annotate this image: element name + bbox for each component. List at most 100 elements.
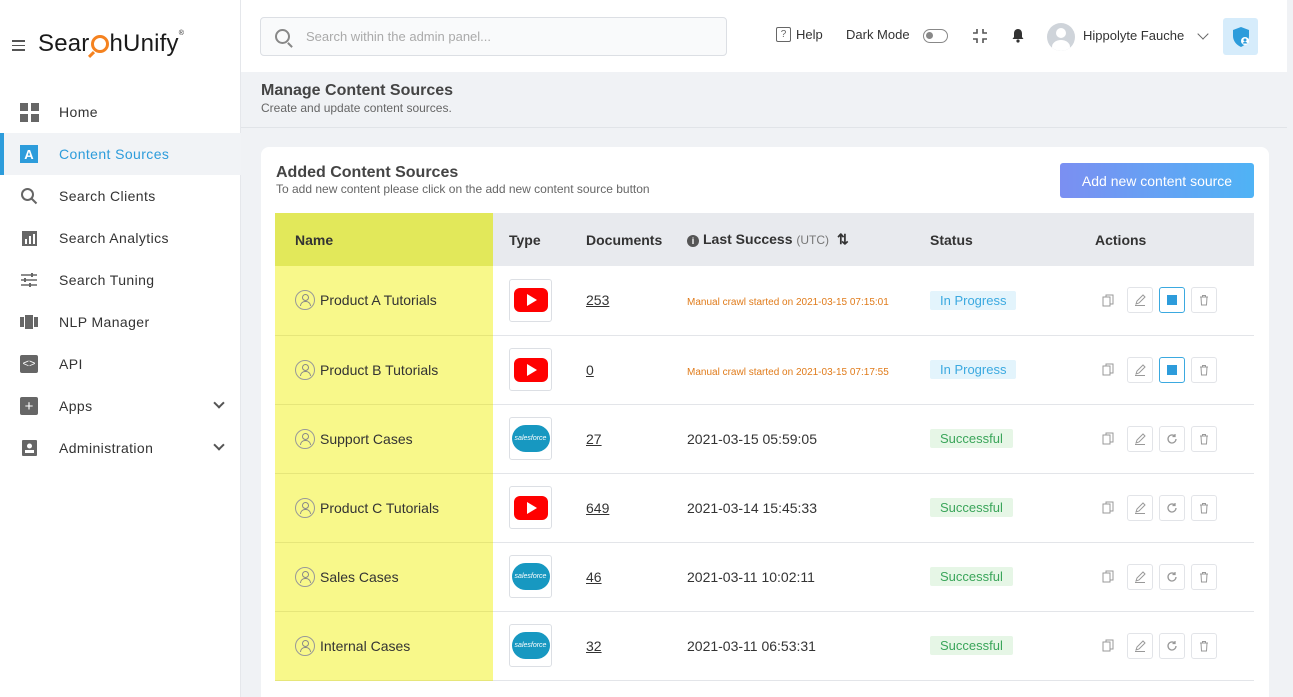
- top-header: ? Help Dark Mode Hippolyte Fauche: [241, 0, 1287, 72]
- last-success-value: 2021-03-15 05:59:05: [687, 430, 817, 447]
- info-icon[interactable]: i: [687, 235, 699, 247]
- salesforce-icon: salesforce: [511, 632, 550, 659]
- last-success-cell: Manual crawl started on 2021-03-15 07:15…: [671, 266, 914, 336]
- api-icon: <>: [19, 354, 39, 374]
- recrawl-button[interactable]: [1159, 425, 1185, 452]
- youtube-icon: [513, 357, 548, 382]
- copy-button[interactable]: [1095, 356, 1121, 383]
- sort-icon[interactable]: ⇅: [837, 231, 849, 247]
- stop-crawl-button[interactable]: [1159, 356, 1185, 383]
- page-subtitle: Create and update content sources.: [261, 101, 452, 115]
- type-cell: salesforce: [493, 611, 570, 681]
- sidebar-item-administration[interactable]: Administration: [0, 427, 241, 469]
- last-success-value: 2021-03-11 06:53:31: [687, 637, 816, 654]
- documents-link[interactable]: 32: [586, 638, 602, 654]
- sidebar-item-label: Search Tuning: [59, 272, 155, 288]
- help-label: Help: [796, 27, 823, 42]
- actions-cell: [1079, 404, 1254, 474]
- copy-button[interactable]: [1095, 632, 1121, 659]
- user-sync-icon: [295, 635, 315, 656]
- searchunify-logo[interactable]: Sear hUnify®: [38, 30, 184, 58]
- edit-button[interactable]: [1127, 356, 1153, 383]
- collapse-icon[interactable]: [972, 28, 988, 44]
- card-title: Added Content Sources: [276, 164, 459, 181]
- search-icon: [19, 186, 39, 206]
- actions-cell: [1079, 335, 1254, 405]
- copy-button[interactable]: [1095, 425, 1121, 452]
- admin-search[interactable]: [260, 17, 727, 56]
- sidebar-item-content-sources[interactable]: A Content Sources: [0, 133, 241, 175]
- table-row: Internal Cases salesforce 32 2021-03-11 06:…: [275, 611, 1254, 681]
- actions-cell: [1079, 266, 1254, 336]
- sidebar-item-label: Content Sources: [59, 146, 170, 162]
- actions-cell: [1079, 611, 1254, 681]
- table-row: Sales Cases salesforce 46 2021-03-11 10:02:…: [275, 542, 1254, 612]
- copy-button[interactable]: [1095, 563, 1121, 590]
- sidebar-item-nlp-manager[interactable]: NLP Manager: [0, 301, 241, 343]
- status-badge: Successful: [930, 498, 1013, 517]
- status-badge: Successful: [930, 567, 1013, 586]
- sidebar-nav: Home A Content Sources Search Clients Search…: [0, 91, 241, 469]
- delete-button[interactable]: [1191, 356, 1217, 383]
- logo-lens-icon: [90, 35, 109, 53]
- add-content-source-button[interactable]: Add new content source: [1060, 163, 1254, 198]
- recrawl-button[interactable]: [1159, 494, 1185, 521]
- source-name[interactable]: Product B Tutorials: [320, 362, 438, 378]
- sidebar-item-search-clients[interactable]: Search Clients: [0, 175, 241, 217]
- documents-link[interactable]: 253: [586, 292, 609, 308]
- dark-mode-toggle[interactable]: [923, 29, 948, 43]
- sidebar-item-home[interactable]: Home: [0, 91, 241, 133]
- menu-icon[interactable]: [12, 40, 25, 54]
- stop-crawl-button[interactable]: [1159, 287, 1185, 314]
- edit-button[interactable]: [1127, 632, 1153, 659]
- youtube-icon: [513, 288, 548, 313]
- documents-link[interactable]: 46: [586, 569, 602, 585]
- chevron-down-icon[interactable]: [1197, 28, 1209, 40]
- source-name[interactable]: Sales Cases: [320, 569, 399, 585]
- source-type-logo: [509, 278, 552, 322]
- avatar[interactable]: [1047, 23, 1075, 51]
- source-type-logo: salesforce: [509, 555, 552, 598]
- help-link[interactable]: ? Help: [776, 27, 823, 42]
- user-sync-icon: [295, 497, 315, 518]
- delete-button[interactable]: [1191, 287, 1217, 314]
- sidebar-item-label: Administration: [59, 440, 154, 456]
- name-cell: Support Cases: [275, 404, 493, 474]
- source-name[interactable]: Product C Tutorials: [320, 500, 439, 516]
- recrawl-button[interactable]: [1159, 563, 1185, 590]
- bell-icon[interactable]: [1011, 28, 1025, 43]
- user-name[interactable]: Hippolyte Fauche: [1083, 28, 1184, 43]
- edit-button[interactable]: [1127, 287, 1153, 314]
- edit-button[interactable]: [1127, 425, 1153, 452]
- col-header-last-success[interactable]: i Last Success (UTC) ⇅: [671, 213, 914, 266]
- source-name[interactable]: Internal Cases: [320, 638, 410, 654]
- edit-button[interactable]: [1127, 563, 1153, 590]
- sidebar-item-api[interactable]: <> API: [0, 343, 241, 385]
- chevron-down-icon[interactable]: [213, 397, 225, 409]
- sidebar-item-apps[interactable]: + Apps: [0, 385, 241, 427]
- delete-button[interactable]: [1191, 632, 1217, 659]
- source-name[interactable]: Product A Tutorials: [320, 292, 437, 308]
- delete-button[interactable]: [1191, 494, 1217, 521]
- chevron-down-icon[interactable]: [213, 439, 225, 451]
- shield-icon: [1232, 26, 1249, 47]
- documents-link[interactable]: 0: [586, 362, 594, 378]
- actions-cell: [1079, 473, 1254, 543]
- edit-button[interactable]: [1127, 494, 1153, 521]
- documents-link[interactable]: 649: [586, 500, 609, 516]
- admin-search-input[interactable]: [306, 29, 706, 44]
- source-name[interactable]: Support Cases: [320, 431, 413, 447]
- delete-button[interactable]: [1191, 563, 1217, 590]
- documents-link[interactable]: 27: [586, 431, 602, 447]
- delete-button[interactable]: [1191, 425, 1217, 452]
- copy-button[interactable]: [1095, 287, 1121, 314]
- sidebar-item-search-analytics[interactable]: Search Analytics: [0, 217, 241, 259]
- recrawl-button[interactable]: [1159, 632, 1185, 659]
- copy-button[interactable]: [1095, 494, 1121, 521]
- sidebar-item-search-tuning[interactable]: Search Tuning: [0, 259, 241, 301]
- shield-user-button[interactable]: [1223, 18, 1258, 55]
- table-row: Product B Tutorials 0 Manual crawl started…: [275, 335, 1254, 405]
- status-badge: Successful: [930, 429, 1013, 448]
- page-title: Manage Content Sources: [261, 82, 454, 99]
- last-success-value: Manual crawl started on 2021-03-15 07:15…: [687, 297, 889, 309]
